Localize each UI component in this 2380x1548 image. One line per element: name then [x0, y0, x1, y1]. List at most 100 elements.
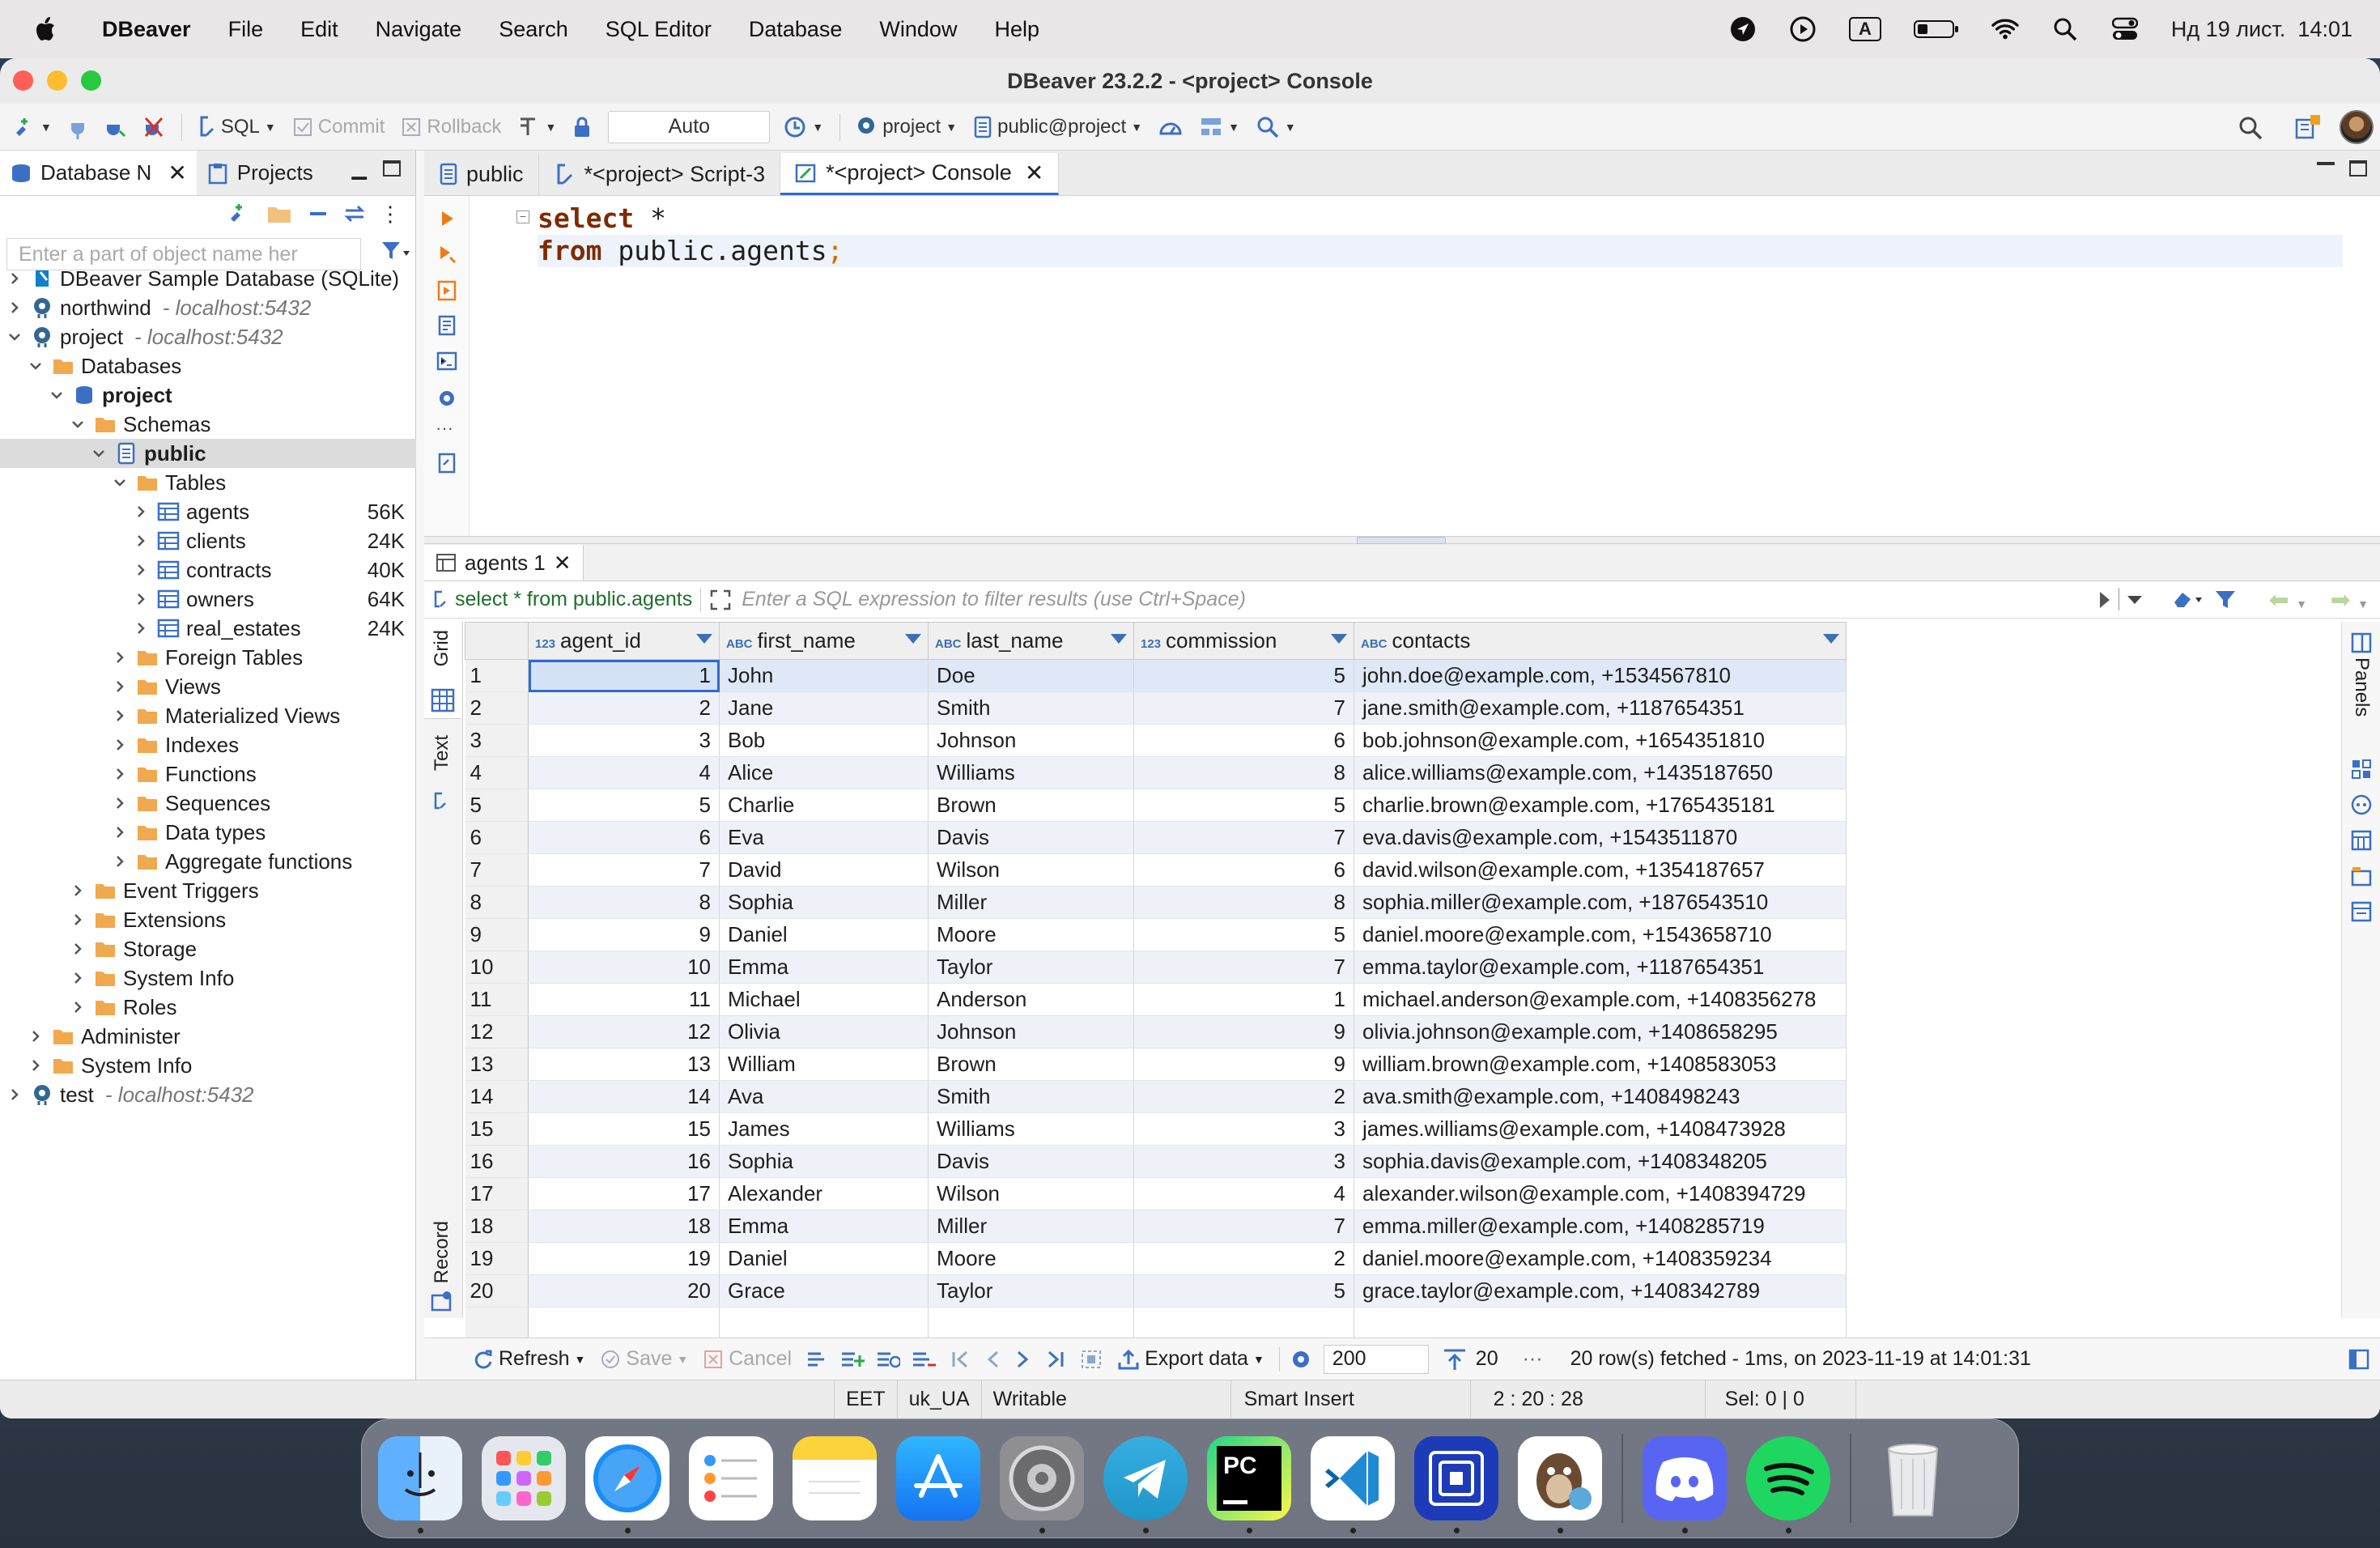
chevron-right-icon[interactable] — [133, 533, 152, 549]
commission-cell[interactable]: 6 — [1133, 853, 1354, 887]
search-tool-icon[interactable]: ▼ — [1256, 115, 1296, 139]
chevron-down-icon[interactable] — [112, 474, 131, 491]
tree-item[interactable]: Materialized Views — [0, 701, 416, 730]
tree-item[interactable]: Schemas — [0, 410, 416, 439]
link-with-editor-icon[interactable] — [342, 202, 367, 225]
tree-item[interactable]: Data types — [0, 818, 416, 847]
chevron-down-icon[interactable] — [49, 387, 68, 403]
commission-cell[interactable]: 7 — [1133, 950, 1354, 984]
first-name-cell[interactable]: David — [719, 853, 929, 887]
tab-projects[interactable]: Projects — [197, 151, 323, 195]
table-row[interactable]: 2 2 Jane Smith 7 jane.smith@example.com, +118… — [465, 691, 1847, 725]
maximize-editor-icon[interactable] — [2349, 160, 2367, 176]
edit-row-icon[interactable] — [806, 1349, 829, 1370]
last-name-cell[interactable]: Johnson — [928, 1015, 1134, 1048]
commission-cell[interactable]: 7 — [1133, 821, 1354, 854]
add-row-icon[interactable] — [840, 1349, 865, 1370]
contacts-cell[interactable]: grace.taylor@example.com, +1408342789 — [1354, 1274, 1847, 1308]
vscode-icon[interactable] — [1311, 1436, 1395, 1533]
agent-id-cell[interactable]: 13 — [528, 1048, 720, 1081]
chevron-right-icon[interactable] — [133, 562, 152, 578]
contacts-cell[interactable]: ava.smith@example.com, +1408498243 — [1354, 1080, 1847, 1113]
table-row[interactable]: 1 1 John Doe 5 john.doe@example.com, +1534567… — [465, 659, 1847, 692]
agent-id-cell[interactable]: 10 — [528, 950, 720, 984]
commission-cell[interactable]: 7 — [1133, 1210, 1354, 1243]
close-tab-icon[interactable]: ✕ — [168, 159, 186, 186]
close-tab-icon[interactable]: ✕ — [1025, 159, 1043, 186]
tab-database-navigator[interactable]: Database N ✕ — [0, 151, 197, 195]
sql-code[interactable]: select * from public.agents; — [538, 202, 2343, 267]
agent-id-cell[interactable]: 11 — [528, 983, 720, 1016]
tree-item[interactable]: Functions — [0, 759, 416, 789]
last-name-cell[interactable]: Williams — [928, 1112, 1134, 1146]
spotlight-search-icon[interactable] — [2051, 15, 2079, 43]
menu-app-name[interactable]: DBeaver — [102, 17, 191, 42]
column-sort-icon[interactable] — [696, 634, 712, 644]
spotify-icon[interactable] — [1746, 1436, 1830, 1533]
first-page-icon[interactable] — [950, 1349, 970, 1370]
commission-cell[interactable]: 8 — [1133, 886, 1354, 919]
agent-id-cell[interactable]: 5 — [528, 789, 720, 822]
trash-icon[interactable] — [1871, 1436, 1955, 1520]
menu-sql-editor[interactable]: SQL Editor — [606, 17, 712, 42]
tab-grid[interactable]: Grid — [424, 622, 461, 719]
commission-cell[interactable]: 3 — [1133, 1112, 1354, 1146]
tree-item[interactable]: Aggregate functions — [0, 847, 416, 876]
contacts-cell[interactable]: jane.smith@example.com, +1187654351 — [1354, 691, 1847, 725]
tree-item[interactable]: Roles — [0, 993, 416, 1022]
discord-icon[interactable] — [1643, 1436, 1727, 1533]
explain-plan-icon[interactable] — [436, 314, 458, 337]
tab-record[interactable]: Record — [424, 1221, 461, 1318]
last-name-cell[interactable]: Miller — [928, 886, 1134, 919]
tab-results-agents[interactable]: agents 1 ✕ — [424, 545, 584, 580]
first-name-cell[interactable]: Sophia — [719, 1145, 929, 1178]
tree-item[interactable]: project — [0, 381, 416, 410]
contacts-cell[interactable]: david.wilson@example.com, +1354187657 — [1354, 853, 1847, 887]
last-name-cell[interactable]: Johnson — [928, 724, 1134, 757]
agent-id-cell[interactable]: 9 — [528, 918, 720, 951]
chevron-right-icon[interactable] — [112, 853, 131, 870]
menu-window[interactable]: Window — [879, 17, 957, 42]
first-name-cell[interactable]: Grace — [719, 1274, 929, 1308]
chevron-right-icon[interactable] — [70, 999, 89, 1015]
first-name-cell[interactable]: Alexander — [719, 1177, 929, 1210]
chevron-right-icon[interactable] — [28, 1028, 47, 1044]
contacts-cell[interactable]: bob.johnson@example.com, +1654351810 — [1354, 724, 1847, 757]
last-name-cell[interactable]: Brown — [928, 789, 1134, 822]
tree-item[interactable]: Event Triggers — [0, 876, 416, 905]
refresh-button[interactable]: Refresh ▼ — [473, 1347, 585, 1371]
contacts-cell[interactable]: alice.williams@example.com, +1435187650 — [1354, 756, 1847, 789]
first-name-cell[interactable]: Daniel — [719, 918, 929, 951]
tree-item[interactable]: System Info — [0, 963, 416, 993]
agent-id-cell[interactable]: 7 — [528, 853, 720, 887]
agent-id-cell[interactable]: 15 — [528, 1112, 720, 1146]
first-name-cell[interactable]: Michael — [719, 983, 929, 1016]
table-row[interactable]: 11 11 Michael Anderson 1 michael.anderson@exa… — [465, 983, 1847, 1016]
clear-filter-icon[interactable] — [2171, 588, 2204, 612]
save-button[interactable]: Save ▼ — [600, 1347, 688, 1371]
chevron-right-icon[interactable] — [133, 620, 152, 636]
collapse-all-icon[interactable] — [307, 202, 329, 225]
chevron-right-icon[interactable] — [112, 708, 131, 724]
toolbar-search-icon[interactable] — [2238, 115, 2263, 141]
commission-cell[interactable]: 5 — [1133, 1274, 1354, 1308]
column-header-agent-id[interactable]: 123 agent_id — [528, 622, 720, 660]
contacts-cell[interactable]: sophia.miller@example.com, +1876543510 — [1354, 886, 1847, 919]
tree-item[interactable]: System Info — [0, 1051, 416, 1080]
commission-cell[interactable]: 5 — [1133, 789, 1354, 822]
menu-edit[interactable]: Edit — [300, 17, 338, 42]
agent-id-cell[interactable]: 3 — [528, 724, 720, 757]
tree-item[interactable]: Views — [0, 672, 416, 701]
agent-id-cell[interactable]: 19 — [528, 1242, 720, 1275]
contacts-cell[interactable]: daniel.moore@example.com, +1408359234 — [1354, 1242, 1847, 1275]
first-name-cell[interactable]: Eva — [719, 821, 929, 854]
control-center-icon[interactable] — [2111, 15, 2139, 43]
last-name-cell[interactable]: Anderson — [928, 983, 1134, 1016]
active-datasource-select[interactable]: project ▼ — [855, 116, 957, 138]
first-name-cell[interactable]: James — [719, 1112, 929, 1146]
column-header-first-name[interactable]: ABC first_name — [719, 622, 929, 660]
table-row[interactable]: 17 17 Alexander Wilson 4 alexander.wilson@exa… — [465, 1177, 1847, 1210]
agent-id-cell[interactable]: 20 — [528, 1274, 720, 1308]
tree-item[interactable]: northwind - localhost:5432 — [0, 293, 416, 322]
tree-item[interactable]: Databases — [0, 351, 416, 381]
